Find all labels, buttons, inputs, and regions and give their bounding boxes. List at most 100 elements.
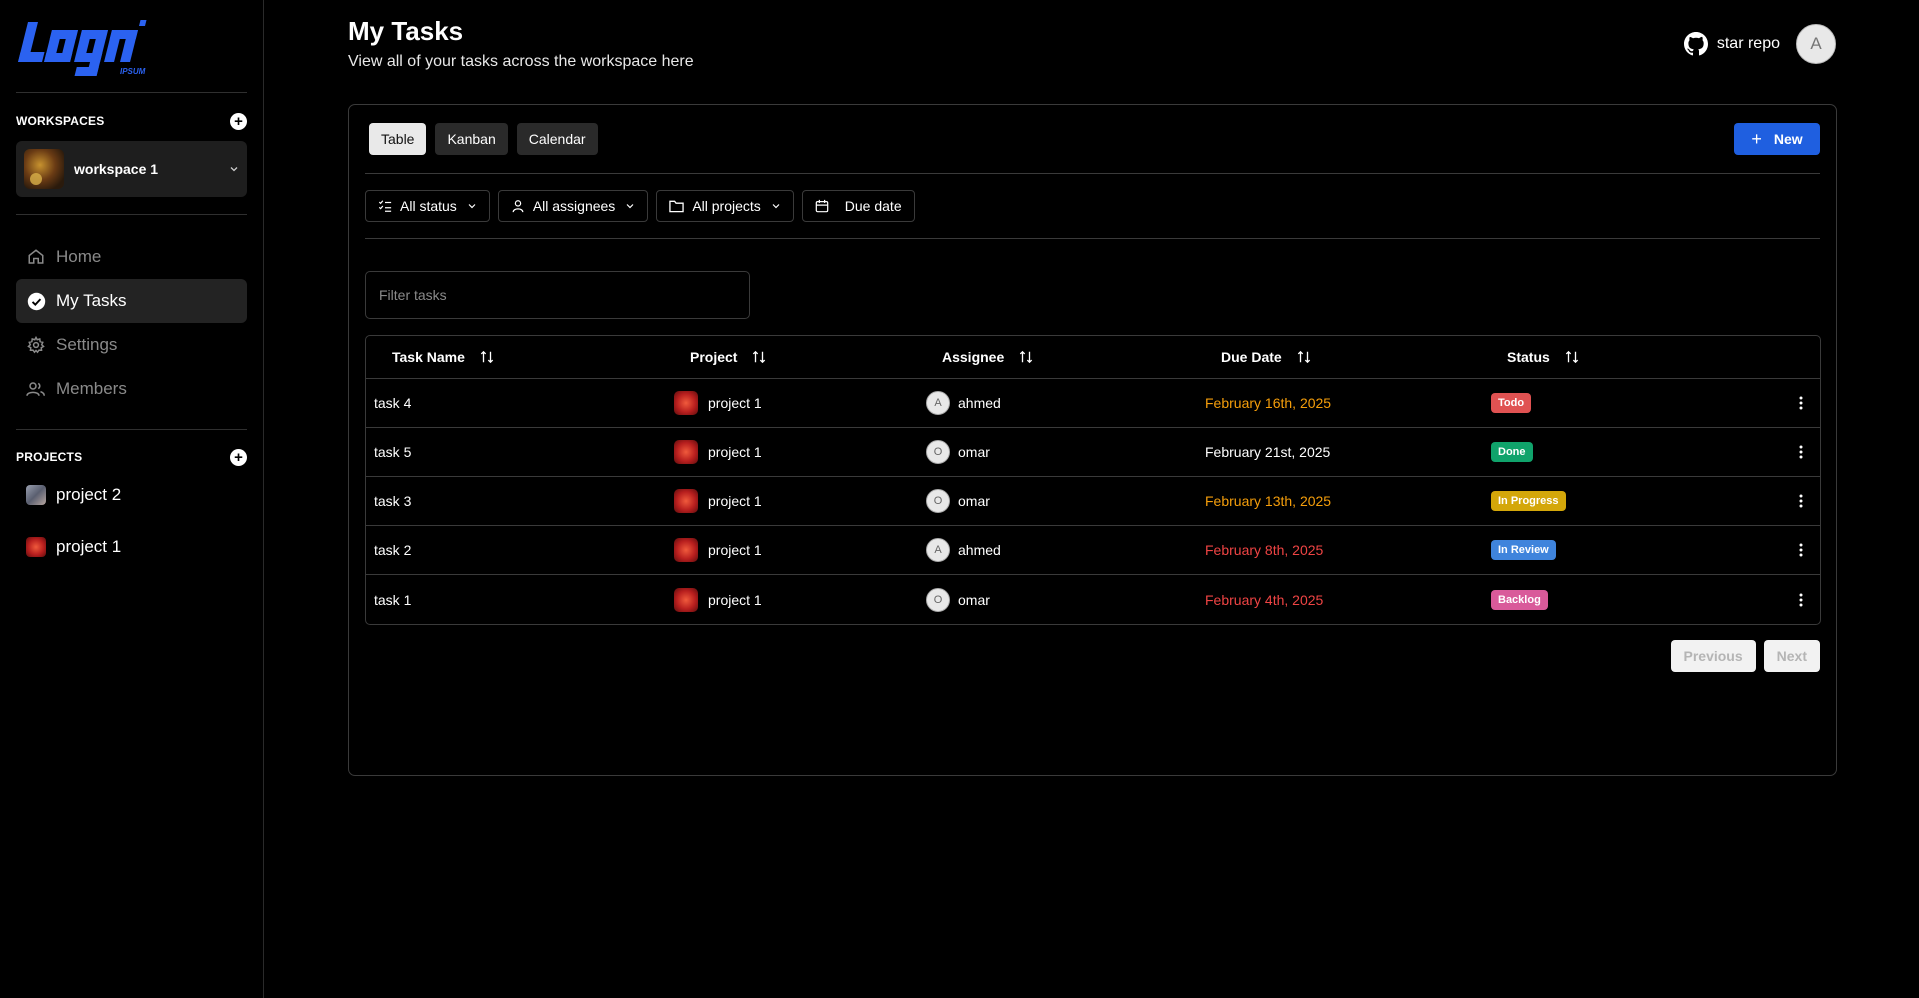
column-due-date[interactable]: Due Date — [1205, 349, 1491, 365]
sidebar-divider — [16, 214, 247, 215]
folder-icon — [669, 199, 685, 213]
projects-title: PROJECTS — [16, 450, 83, 464]
more-vertical-icon[interactable] — [1799, 593, 1803, 607]
new-task-label: New — [1773, 131, 1803, 147]
logo-icon: IPSUM — [18, 20, 147, 76]
sidebar-item-members[interactable]: Members — [16, 367, 247, 411]
task-due-date: February 4th, 2025 — [1205, 591, 1324, 608]
projects-header: PROJECTS + — [16, 447, 247, 467]
task-name: task 2 — [374, 542, 412, 558]
projects-filter[interactable]: All projects — [656, 190, 794, 222]
project-thumbnail — [674, 440, 698, 464]
tasks-card: Table Kanban Calendar + New All status A… — [348, 104, 1837, 776]
status-badge: In Review — [1491, 540, 1556, 560]
table-row[interactable]: task 3 project 1 O omar February 13th, 2… — [366, 477, 1820, 526]
tab-kanban[interactable]: Kanban — [435, 123, 508, 155]
project-label: project 1 — [708, 444, 762, 460]
project-thumbnail — [674, 391, 698, 415]
sort-icon — [753, 350, 766, 364]
assignees-filter[interactable]: All assignees — [497, 190, 649, 222]
project-label: project 1 — [708, 591, 762, 608]
more-vertical-icon[interactable] — [1799, 494, 1803, 508]
star-repo-link[interactable]: star repo — [1683, 32, 1780, 56]
table-header: Task Name Project Assignee Due Date Stat… — [366, 336, 1820, 379]
assignee-avatar: O — [926, 440, 950, 464]
sidebar-item-my-tasks[interactable]: My Tasks — [16, 279, 247, 323]
status-badge: Todo — [1491, 393, 1532, 413]
assignee-label: omar — [958, 444, 990, 460]
assignees-filter-label: All assignees — [532, 198, 616, 214]
column-label: Assignee — [942, 349, 1005, 365]
sidebar-divider — [16, 429, 247, 430]
task-assignee: A ahmed — [926, 391, 1205, 415]
column-project[interactable]: Project — [674, 349, 926, 365]
column-assignee[interactable]: Assignee — [926, 349, 1205, 365]
table-row[interactable]: task 4 project 1 A ahmed February 16th, … — [366, 379, 1820, 428]
add-project-icon[interactable]: + — [230, 448, 247, 466]
task-status: Todo — [1491, 393, 1782, 413]
chevron-down-icon — [230, 167, 238, 172]
task-status: Backlog — [1491, 589, 1782, 610]
list-checks-icon — [378, 199, 392, 213]
add-workspace-icon[interactable]: + — [230, 112, 247, 130]
sort-icon — [1297, 350, 1310, 364]
sidebar-project-2[interactable]: project 2 — [16, 469, 247, 521]
sidebar-item-home[interactable]: Home — [16, 235, 247, 279]
workspace-avatar — [24, 149, 64, 189]
assignee-label: omar — [958, 493, 990, 509]
column-task-name[interactable]: Task Name — [366, 349, 674, 365]
sidebar-item-settings[interactable]: Settings — [16, 323, 247, 367]
workspace-switcher[interactable]: workspace 1 — [16, 141, 247, 197]
task-due-date: February 16th, 2025 — [1205, 395, 1332, 411]
due-date-filter[interactable]: Due date — [801, 190, 915, 222]
sidebar-item-label: My Tasks — [56, 291, 127, 310]
due-date-filter-label: Due date — [844, 198, 902, 214]
tasks-table: Task Name Project Assignee Due Date Stat… — [365, 335, 1821, 625]
gear-icon — [26, 335, 46, 355]
assignee-label: ahmed — [958, 542, 1001, 558]
chevron-down-icon — [625, 201, 635, 211]
page-header: My Tasks View all of your tasks across t… — [348, 16, 694, 71]
column-status[interactable]: Status — [1491, 349, 1782, 365]
filter-tasks-input[interactable] — [365, 271, 750, 319]
task-due-date: February 13th, 2025 — [1205, 493, 1332, 509]
assignee-label: ahmed — [958, 395, 1001, 411]
page-title: My Tasks — [348, 16, 464, 46]
more-vertical-icon[interactable] — [1799, 445, 1803, 459]
task-project: project 1 — [674, 587, 926, 612]
sidebar-project-1[interactable]: project 1 — [16, 521, 247, 573]
task-name: task 1 — [374, 591, 412, 608]
task-project: project 1 — [674, 391, 926, 415]
project-thumbnail — [674, 489, 698, 513]
logo[interactable]: IPSUM — [16, 0, 247, 93]
sidebar-item-label: Home — [56, 247, 102, 266]
task-project: project 1 — [674, 538, 926, 562]
assignee-avatar: A — [926, 391, 950, 415]
more-vertical-icon[interactable] — [1799, 543, 1803, 557]
more-vertical-icon[interactable] — [1799, 396, 1803, 410]
tab-calendar[interactable]: Calendar — [516, 123, 598, 155]
next-page-button[interactable]: Next — [1763, 640, 1820, 672]
previous-page-button[interactable]: Previous — [1670, 640, 1756, 672]
assignee-avatar: O — [926, 489, 950, 513]
projects-filter-label: All projects — [692, 198, 761, 214]
user-icon — [511, 199, 525, 213]
task-name: task 4 — [374, 395, 412, 411]
chevron-down-icon — [467, 201, 477, 211]
header-actions: star repo A — [1683, 24, 1836, 64]
status-filter[interactable]: All status — [365, 190, 490, 222]
sidebar: IPSUM WORKSPACES + workspace 1 Home My T… — [0, 0, 264, 998]
user-avatar[interactable]: A — [1796, 24, 1836, 64]
project-thumbnail — [674, 538, 698, 562]
table-row[interactable]: task 1 project 1 O omar February 4th, 20… — [366, 575, 1820, 624]
users-icon — [26, 379, 46, 399]
column-label: Status — [1507, 349, 1550, 365]
workspaces-title: WORKSPACES — [16, 114, 105, 128]
new-task-button[interactable]: + New — [1734, 123, 1820, 155]
project-label: project 1 — [708, 542, 762, 558]
assignee-avatar: O — [926, 587, 950, 612]
table-row[interactable]: task 2 project 1 A ahmed February 8th, 2… — [366, 526, 1820, 575]
table-row[interactable]: task 5 project 1 O omar February 21st, 2… — [366, 428, 1820, 477]
task-assignee: O omar — [926, 587, 1205, 612]
tab-table[interactable]: Table — [369, 123, 427, 155]
